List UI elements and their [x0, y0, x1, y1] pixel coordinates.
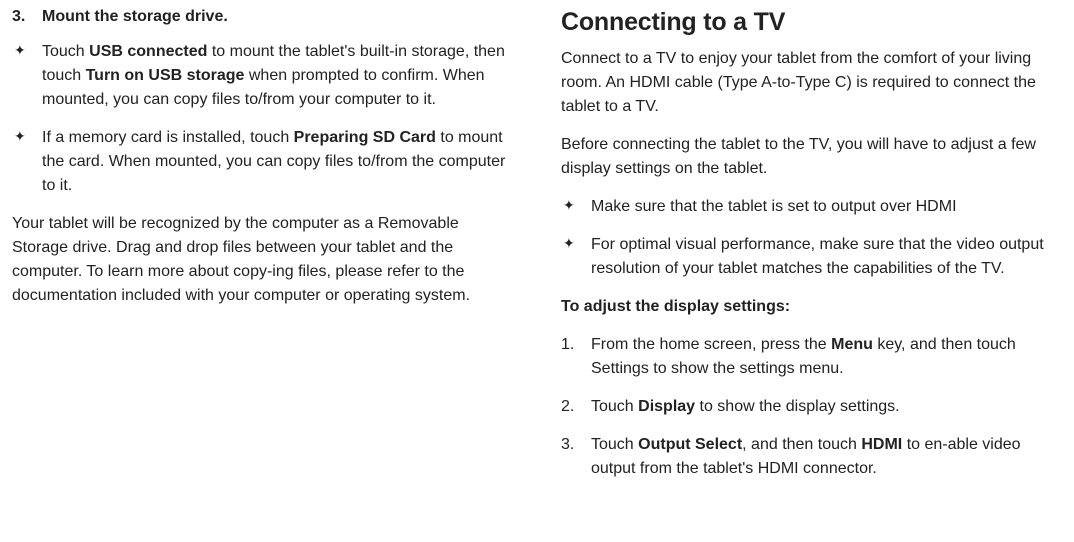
bullet-text: Make sure that the tablet is set to outp… — [591, 195, 1062, 219]
section-title: Connecting to a TV — [561, 8, 1062, 37]
numbered-item: 2. Touch Display to show the display set… — [561, 395, 1062, 419]
bullet-item: ✦ For optimal visual performance, make s… — [561, 233, 1062, 281]
item-number: 1. — [561, 333, 591, 381]
item-text: From the home screen, press the Menu key… — [591, 333, 1062, 381]
bullet-text: If a memory card is installed, touch Pre… — [42, 126, 513, 198]
star-icon: ✦ — [563, 195, 591, 219]
item-number: 3. — [561, 433, 591, 481]
step-title: Mount the storage drive. — [42, 8, 228, 26]
bullet-item: ✦ If a memory card is installed, touch P… — [12, 126, 513, 198]
item-number: 2. — [561, 395, 591, 419]
item-text: Touch Output Select, and then touch HDMI… — [591, 433, 1062, 481]
left-column: 3. Mount the storage drive. ✦ Touch USB … — [0, 0, 517, 542]
paragraph: Your tablet will be recognized by the co… — [12, 212, 513, 308]
numbered-item: 1. From the home screen, press the Menu … — [561, 333, 1062, 381]
bullet-item: ✦ Touch USB connected to mount the table… — [12, 40, 513, 112]
numbered-item: 3. Touch Output Select, and then touch H… — [561, 433, 1062, 481]
bullet-text: For optimal visual performance, make sur… — [591, 233, 1062, 281]
paragraph: Connect to a TV to enjoy your tablet fro… — [561, 47, 1062, 119]
right-column: Connecting to a TV Connect to a TV to en… — [557, 0, 1074, 542]
bullet-text: Touch USB connected to mount the tablet'… — [42, 40, 513, 112]
bullet-item: ✦ Make sure that the tablet is set to ou… — [561, 195, 1062, 219]
step-heading: 3. Mount the storage drive. — [12, 8, 513, 26]
item-text: Touch Display to show the display settin… — [591, 395, 1062, 419]
star-icon: ✦ — [14, 126, 42, 198]
paragraph: Before connecting the tablet to the TV, … — [561, 133, 1062, 181]
subheading: To adjust the display settings: — [561, 295, 1062, 319]
step-number: 3. — [12, 8, 42, 26]
star-icon: ✦ — [14, 40, 42, 112]
star-icon: ✦ — [563, 233, 591, 281]
